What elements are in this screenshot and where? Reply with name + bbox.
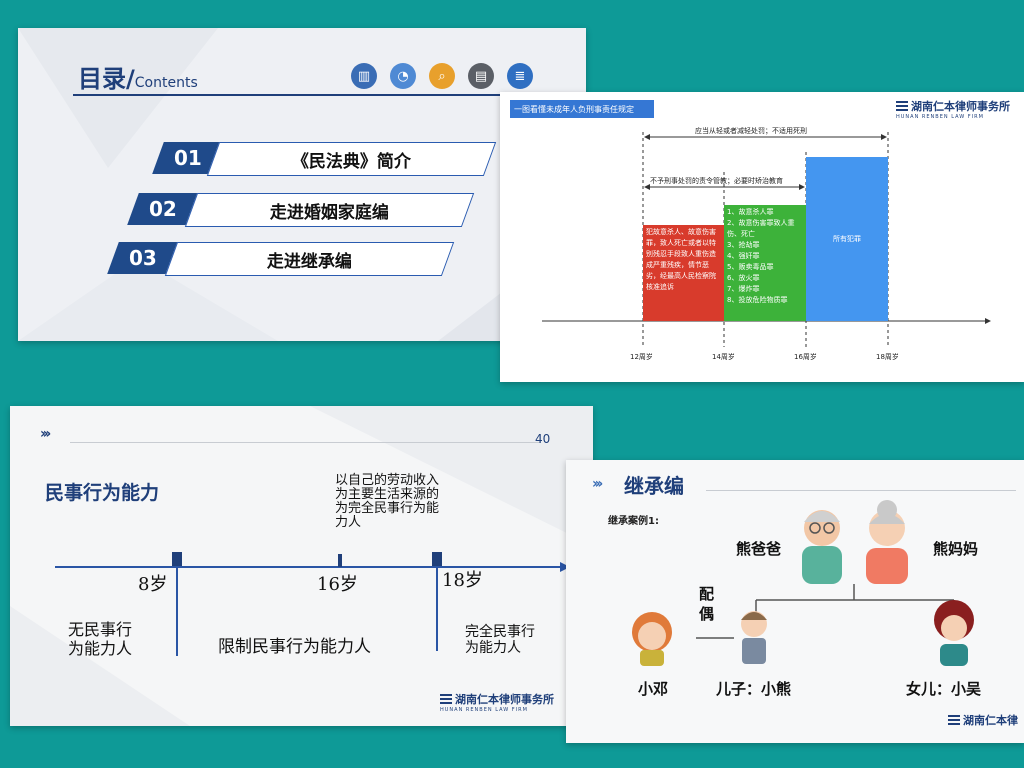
age-16: 16岁 bbox=[317, 574, 358, 595]
logo-mark-icon bbox=[948, 715, 960, 727]
xiaodeng-label: 小邓 bbox=[638, 680, 669, 698]
firm-logo: 湖南仁本律师事务所 HUNAN RENBEN LAW FIRM bbox=[440, 693, 554, 713]
tick-16: 16周岁 bbox=[794, 353, 817, 361]
green-block: 1、故意杀人罪 2、故意伤害罪致人重伤、死亡 3、抢劫罪 4、强奸罪 5、贩卖毒… bbox=[724, 205, 806, 321]
notebook-icon: ▤ bbox=[468, 63, 494, 89]
daughter-label: 女儿：小吴 bbox=[906, 680, 982, 698]
toc-item-2[interactable]: 走进婚姻家庭编 bbox=[184, 193, 475, 227]
red-block: 犯故意杀人、故意伤害罪，致人死亡或者以特别残忍手段致人重伤造成严重残疾，情节恶劣… bbox=[643, 225, 724, 321]
firm-logo: 湖南仁本律 bbox=[948, 712, 1018, 728]
age-axis bbox=[55, 552, 570, 656]
age-18: 18岁 bbox=[442, 570, 483, 591]
father-avatar-icon bbox=[802, 510, 842, 584]
family-tree bbox=[632, 500, 974, 666]
xiaodeng-avatar-icon bbox=[632, 612, 672, 666]
no-capacity-label: 无民事行 为能力人 bbox=[68, 620, 133, 658]
full-capacity-label: 完全民事行 为能力人 bbox=[465, 624, 535, 656]
daughter-avatar-icon bbox=[934, 600, 974, 666]
pie-chart-icon: ◔ bbox=[390, 63, 416, 89]
inheritance-slide: ››› 继承编 继承案例1: 熊爸爸 熊妈妈 配 偶 小邓 儿子：小熊 女儿：小… bbox=[566, 460, 1024, 743]
limited-capacity-label: 限制民事行为能力人 bbox=[218, 637, 371, 657]
tick-18: 18周岁 bbox=[876, 353, 899, 361]
tick-12: 12周岁 bbox=[630, 353, 653, 361]
slide-title: 目录/Contents bbox=[78, 65, 198, 93]
blue-block: 所有犯罪 bbox=[806, 157, 888, 321]
mother-avatar-icon bbox=[866, 500, 908, 584]
toc-item-1[interactable]: 《民法典》简介 bbox=[206, 142, 497, 176]
toc-item-3[interactable]: 走进继承编 bbox=[164, 242, 455, 276]
range-label-1: 应当从轻或者减轻处罚；不适用死刑 bbox=[695, 127, 807, 135]
son-label: 儿子：小熊 bbox=[716, 680, 792, 698]
range-label-2: 不予刑事处罚的责令管教；必要时矫治教育 bbox=[650, 177, 783, 185]
search-icon: ⌕ bbox=[429, 63, 455, 89]
civil-capacity-slide: ››› 40 民事行为能力 以自己的劳动收入为主要生活来源的为完全民事行为能力人… bbox=[10, 406, 593, 726]
logo-mark-icon bbox=[440, 694, 452, 706]
bar-chart-icon: ▥ bbox=[351, 63, 377, 89]
tick-14: 14周岁 bbox=[712, 353, 735, 361]
document-icon: ≣ bbox=[507, 63, 533, 89]
age-8: 8岁 bbox=[138, 574, 168, 595]
criminal-responsibility-slide: 一图看懂未成年人负刑事责任规定 湖南仁本律师事务所 HUNAN RENBEN L… bbox=[500, 92, 1024, 382]
son-avatar-icon bbox=[741, 611, 767, 664]
title-underline bbox=[73, 94, 553, 96]
